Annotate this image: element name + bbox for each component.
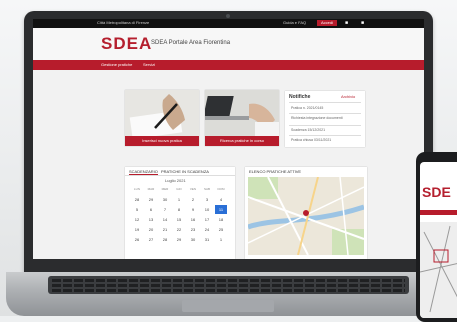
calendar-day[interactable]: 13 <box>145 215 157 224</box>
new-practice-card[interactable]: Inserisci nuova pratica <box>125 90 199 146</box>
map-title: ELENCO PRATICHE ATTIVE <box>249 169 302 174</box>
phone-nav-bar <box>420 210 457 215</box>
calendar-day[interactable]: 31 <box>201 235 213 244</box>
new-practice-label: Inserisci nuova pratica <box>125 136 199 146</box>
calendar-day[interactable]: 29 <box>145 195 157 204</box>
calendar-day[interactable]: 10 <box>201 205 213 214</box>
topbar-left-text: Città Metropolitana di Firenze <box>97 20 150 25</box>
calendar-day[interactable]: 23 <box>187 225 199 234</box>
main-content: Inserisci nuova pratica Ricerca pratiche… <box>33 70 424 259</box>
weekday-header: VEN <box>189 187 197 191</box>
calendar-month: Luglio 2021 <box>165 178 186 183</box>
calendar-panel: SCADENZARIO PRATICHE IN SCADENZA Luglio … <box>125 167 235 259</box>
calendar-day[interactable]: 14 <box>159 215 171 224</box>
top-bar: Città Metropolitana di Firenze Guida e F… <box>33 19 424 28</box>
key-row <box>52 289 405 292</box>
calendar-day[interactable]: 22 <box>173 225 185 234</box>
calendar-day[interactable]: 1 <box>173 195 185 204</box>
camera-icon <box>226 14 230 18</box>
calendar-day[interactable]: 28 <box>159 235 171 244</box>
calendar-day[interactable]: 21 <box>159 225 171 234</box>
calendar-day[interactable]: 30 <box>187 235 199 244</box>
weekday-header: DOM <box>217 187 225 191</box>
calendar-day[interactable]: 18 <box>215 215 227 224</box>
calendar-tabs: SCADENZARIO PRATICHE IN SCADENZA <box>125 167 235 176</box>
calendar-day[interactable]: 26 <box>131 235 143 244</box>
calendar-day[interactable]: 30 <box>159 195 171 204</box>
user-icon[interactable]: ■ <box>345 20 348 26</box>
notification-item[interactable]: Pratica chiusa 03/11/2021 <box>291 138 331 142</box>
weekday-header: SAB <box>203 187 210 191</box>
tab-scadenzario[interactable]: SCADENZARIO <box>129 169 158 175</box>
divider <box>289 102 361 103</box>
calendar-day[interactable]: 12 <box>131 215 143 224</box>
weekday-header: GIO <box>176 187 182 191</box>
touchpad[interactable] <box>182 300 274 312</box>
calendar-day[interactable]: 28 <box>131 195 143 204</box>
main-nav: Gestione pratiche Servizi <box>33 60 424 70</box>
login-button[interactable]: Accedi <box>317 20 337 26</box>
notification-item[interactable]: Scadenza 15/12/2021 <box>291 128 325 132</box>
menu-icon[interactable]: ■ <box>361 20 364 26</box>
weekday-header: LUN <box>133 187 140 191</box>
nav-item-gestione[interactable]: Gestione pratiche <box>101 62 132 67</box>
laptop-screen: Città Metropolitana di Firenze Guida e F… <box>33 19 424 259</box>
calendar-day[interactable]: 17 <box>201 215 213 224</box>
weekday-header: MAR <box>147 187 155 191</box>
notifications-title: Notifiche <box>289 94 311 100</box>
calendar-day[interactable]: 7 <box>159 205 171 214</box>
city-map[interactable] <box>248 177 364 255</box>
notification-item[interactable]: Pratica n. 2021/0145 <box>291 106 323 110</box>
calendar-day[interactable]: 4 <box>215 195 227 204</box>
calendar-day[interactable]: 19 <box>131 225 143 234</box>
site-subtitle: SDEA Portale Area Fiorentina <box>151 40 231 46</box>
laptop-bezel: Città Metropolitana di Firenze Guida e F… <box>24 11 433 273</box>
calendar-day[interactable]: 16 <box>187 215 199 224</box>
smartphone: SDE <box>416 152 457 322</box>
tab-pratiche-scadenza[interactable]: PRATICHE IN SCADENZA <box>161 169 209 174</box>
site-header: SDEA SDEA Portale Area Fiorentina <box>33 28 424 60</box>
weekday-header: MER <box>161 187 169 191</box>
calendar-day[interactable]: 11 <box>215 205 227 214</box>
calendar-day[interactable]: 24 <box>201 225 213 234</box>
divider <box>289 135 361 136</box>
calendar-day[interactable]: 29 <box>173 235 185 244</box>
calendar-day[interactable]: 2 <box>187 195 199 204</box>
search-practice-card[interactable]: Ricerca pratiche in corso <box>205 90 279 146</box>
nav-item-servizi[interactable]: Servizi <box>143 62 155 67</box>
calendar-day[interactable]: 5 <box>131 205 143 214</box>
calendar-day[interactable]: 25 <box>215 225 227 234</box>
phone-logo: SDE <box>422 184 451 200</box>
calendar-day[interactable]: 6 <box>145 205 157 214</box>
divider <box>289 125 361 126</box>
divider <box>289 113 361 114</box>
phone-screen: SDE <box>420 162 457 318</box>
map-panel: ELENCO PRATICHE ATTIVE <box>245 167 367 259</box>
calendar-day[interactable]: 15 <box>173 215 185 224</box>
calendar-day[interactable]: 9 <box>187 205 199 214</box>
notifications-panel: Notifiche Archivio Pratica n. 2021/0145 … <box>285 91 365 147</box>
calendar-day[interactable]: 3 <box>201 195 213 204</box>
key-row <box>52 279 405 282</box>
calendar-day[interactable]: 1 <box>215 235 227 244</box>
calendar-day[interactable]: 27 <box>145 235 157 244</box>
notification-item[interactable]: Richiesta integrazione documenti <box>291 116 343 120</box>
archive-link[interactable]: Archivio <box>341 94 355 99</box>
site-logo[interactable]: SDEA <box>101 34 152 54</box>
topbar-link[interactable]: Guida e FAQ <box>283 20 306 25</box>
laptop-base <box>6 272 451 316</box>
key-row <box>52 284 405 287</box>
search-practice-label: Ricerca pratiche in corso <box>205 136 279 146</box>
calendar-day[interactable]: 8 <box>173 205 185 214</box>
keyboard <box>48 276 409 294</box>
calendar-day[interactable]: 20 <box>145 225 157 234</box>
card-image-signing <box>125 90 199 136</box>
card-image-laptop <box>205 90 279 136</box>
